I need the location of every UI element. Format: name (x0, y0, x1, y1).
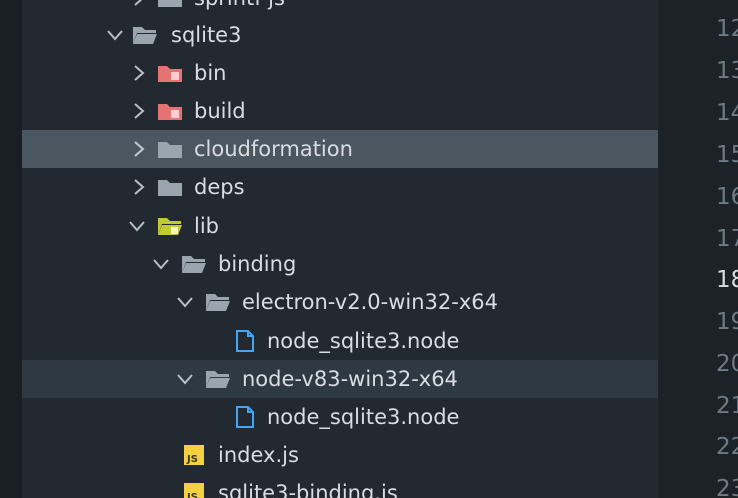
editor-gutter: 12 13 14 15 16 17 18 19 20 21 22 23 (658, 0, 738, 498)
tree-item-node-file[interactable]: node_sqlite3.node (22, 398, 658, 436)
tree-item-label: sqlite3 (171, 23, 242, 47)
svg-text:JS: JS (186, 454, 198, 465)
tree-item-label: node-v83-win32-x64 (242, 367, 458, 391)
folder-open-icon (181, 253, 207, 275)
chevron-right-icon[interactable] (130, 140, 148, 158)
js-file-icon: JS (182, 483, 208, 498)
chevron-down-icon[interactable] (128, 217, 146, 235)
svg-text:JS: JS (186, 492, 198, 498)
line-number: 23 (716, 476, 738, 498)
tree-item-label: sqlite3-binding.js (218, 481, 398, 498)
line-number-active: 18 (716, 267, 738, 293)
chevron-right-icon[interactable] (130, 0, 148, 7)
tree-item-label: sprintf-js (194, 0, 285, 17)
line-number: 19 (716, 309, 738, 335)
tree-item-index-js[interactable]: JS index.js (22, 436, 658, 474)
chevron-down-icon[interactable] (176, 293, 194, 311)
tree-item-binding[interactable]: binding (22, 245, 658, 283)
tree-item-node-v83-folder[interactable]: node-v83-win32-x64 (22, 360, 658, 398)
tree-item-node-file[interactable]: node_sqlite3.node (22, 322, 658, 360)
file-icon (232, 329, 258, 352)
line-number: 20 (716, 351, 738, 377)
activity-strip (0, 0, 22, 498)
line-number: 14 (716, 100, 738, 126)
tree-item-label: deps (194, 175, 245, 199)
tree-item-cloudformation[interactable]: cloudformation (22, 130, 658, 168)
chevron-down-icon[interactable] (106, 26, 124, 44)
tree-item-label: build (194, 99, 246, 123)
tree-item-electron-folder[interactable]: electron-v2.0-win32-x64 (22, 283, 658, 321)
line-number: 13 (716, 58, 738, 84)
tree-item-label: lib (194, 214, 219, 238)
tree-item-build[interactable]: build (22, 92, 658, 130)
red-folder-icon (157, 62, 183, 84)
tree-item-label: bin (194, 61, 227, 85)
tree-item-bin[interactable]: bin (22, 54, 658, 92)
chevron-right-icon[interactable] (130, 64, 148, 82)
line-number: 17 (716, 226, 738, 252)
red-folder-icon (157, 100, 183, 122)
chevron-down-icon[interactable] (176, 370, 194, 388)
line-number: 16 (716, 184, 738, 210)
tree-item-deps[interactable]: deps (22, 168, 658, 206)
line-number: 22 (716, 434, 738, 460)
folder-icon (157, 138, 183, 160)
chevron-right-icon[interactable] (130, 102, 148, 120)
file-icon (232, 405, 258, 428)
tree-item-lib[interactable]: lib (22, 207, 658, 245)
tree-item-label: binding (218, 252, 297, 276)
tree-item-label: node_sqlite3.node (267, 329, 460, 353)
line-number: 12 (716, 16, 738, 42)
line-number: 15 (716, 142, 738, 168)
line-number: 21 (716, 393, 738, 419)
tree-item-sqlite3[interactable]: sqlite3 (22, 16, 658, 54)
tree-item-label: node_sqlite3.node (267, 405, 460, 429)
chevron-down-icon[interactable] (152, 255, 170, 273)
tree-item-label: index.js (218, 443, 299, 467)
lib-folder-open-icon (157, 215, 183, 237)
folder-open-icon (205, 368, 231, 390)
file-explorer: sprintf-js sqlite3 bin build (22, 0, 658, 498)
js-file-icon: JS (182, 445, 208, 467)
tree-item-sqlite3-binding-js[interactable]: JS sqlite3-binding.js (22, 474, 658, 498)
folder-icon (157, 176, 183, 198)
folder-open-icon (205, 291, 231, 313)
folder-icon (157, 0, 183, 9)
tree-item-label: electron-v2.0-win32-x64 (242, 290, 498, 314)
tree-item-label: cloudformation (194, 137, 353, 161)
chevron-right-icon[interactable] (130, 178, 148, 196)
tree-item-sprintf-js[interactable]: sprintf-js (22, 0, 658, 17)
folder-open-icon (132, 24, 158, 46)
